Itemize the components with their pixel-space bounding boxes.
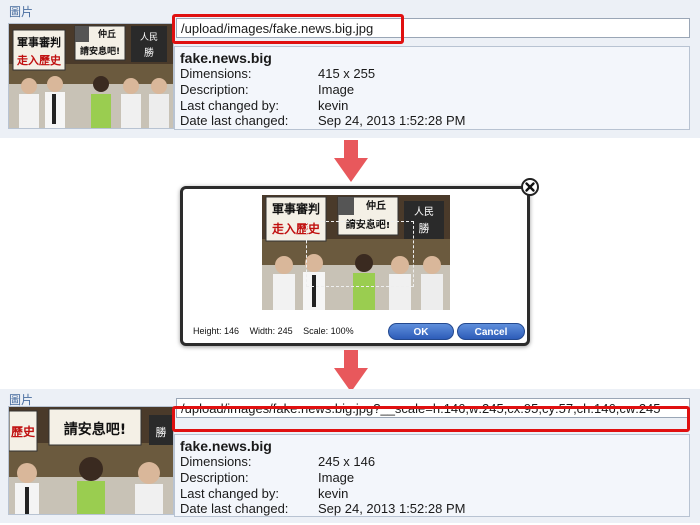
info-value: Image	[318, 82, 355, 97]
crop-image-area[interactable]: 軍事審判 走入歷史 仲丘 請安息吧! 人民 勝	[262, 195, 450, 310]
info-row-dimensions: Dimensions: 415 x 255	[180, 66, 375, 81]
info-value: Sep 24, 2013 1:52:28 PM	[318, 113, 466, 128]
info-label: Date last changed:	[180, 501, 289, 516]
file-name: fake.news.big	[180, 438, 272, 454]
info-row-changed-by: Last changed by: kevin	[180, 98, 348, 113]
image-url-input[interactable]: /upload/images/fake.news.big.jpg?__scale…	[176, 398, 690, 418]
sign-text: 軍事審判	[272, 201, 320, 216]
info-label: Date last changed:	[180, 113, 289, 128]
crop-scale-text: Scale: 100%	[303, 326, 354, 336]
crop-selection-box[interactable]	[306, 221, 414, 287]
image-field-panel-before: 圖片 軍事審判 走入歷史 仲丘 請安息吧! 人民 勝 /upload/image…	[0, 0, 700, 138]
info-value: Sep 24, 2013 1:52:28 PM	[318, 501, 466, 516]
sign-text: 請安息吧!	[64, 421, 126, 438]
info-row-changed-by: Last changed by: kevin	[180, 486, 348, 501]
info-label: Description:	[180, 470, 249, 485]
protest-photo-cropped: 歷史 請安息吧! 勝	[9, 407, 173, 514]
sign-text: 仲丘	[366, 199, 386, 212]
image-thumbnail[interactable]: 歷史 請安息吧! 勝	[8, 406, 174, 515]
info-value: kevin	[318, 486, 349, 501]
info-label: Dimensions:	[180, 454, 252, 469]
sign-text: 歷史	[11, 424, 36, 439]
info-row-description: Description: Image	[180, 82, 354, 97]
sign-text: 仲丘	[98, 28, 116, 40]
sign-text: 請安息吧!	[80, 45, 120, 57]
info-row-dimensions: Dimensions: 245 x 146	[180, 454, 375, 469]
down-arrow-icon	[334, 350, 368, 392]
section-label: 圖片	[9, 5, 34, 19]
image-thumbnail[interactable]: 軍事審判 走入歷史 仲丘 請安息吧! 人民 勝	[8, 23, 174, 129]
file-info-box: fake.news.big Dimensions: 245 x 146 Descr…	[174, 434, 690, 517]
sign-text: 人民	[414, 206, 434, 218]
info-row-date-changed: Date last changed: Sep 24, 2013 1:52:28 P…	[180, 501, 465, 516]
sign-text: 勝	[419, 221, 430, 235]
sign-text: 勝	[156, 425, 167, 439]
info-label: Dimensions:	[180, 66, 252, 81]
sign-text: 走入歷史	[16, 53, 62, 67]
image-field-panel-after: 圖片 歷史 請安息吧! 勝 /upload/images/fake.news.b…	[0, 389, 700, 523]
crop-stats: Height: 146 Width: 245 Scale: 100%	[193, 326, 362, 336]
sign-text: 軍事審判	[17, 35, 61, 49]
down-arrow-icon	[334, 140, 368, 182]
info-label: Description:	[180, 82, 249, 97]
info-row-date-changed: Date last changed: Sep 24, 2013 1:52:28 P…	[180, 113, 465, 128]
info-row-description: Description: Image	[180, 470, 354, 485]
info-value: Image	[318, 470, 355, 485]
close-icon[interactable]	[521, 178, 539, 196]
protest-photo: 軍事審判 走入歷史 仲丘 請安息吧! 人民 勝	[9, 24, 173, 128]
info-value: kevin	[318, 98, 349, 113]
crop-height-text: Height: 146	[193, 326, 240, 336]
sign-text: 人民	[140, 32, 158, 43]
image-url-input[interactable]: /upload/images/fake.news.big.jpg	[176, 18, 690, 38]
info-label: Last changed by:	[180, 98, 280, 113]
cancel-button[interactable]: Cancel	[457, 323, 525, 340]
file-name: fake.news.big	[180, 50, 272, 66]
ok-button[interactable]: OK	[388, 323, 454, 340]
crop-width-text: Width: 245	[249, 326, 293, 336]
info-label: Last changed by:	[180, 486, 280, 501]
info-value: 415 x 255	[318, 66, 376, 81]
crop-dialog: 軍事審判 走入歷史 仲丘 請安息吧! 人民 勝 Height: 146 Widt…	[180, 186, 530, 346]
file-info-box: fake.news.big Dimensions: 415 x 255 Descr…	[174, 46, 690, 130]
sign-text: 勝	[144, 46, 154, 59]
info-value: 245 x 146	[318, 454, 376, 469]
